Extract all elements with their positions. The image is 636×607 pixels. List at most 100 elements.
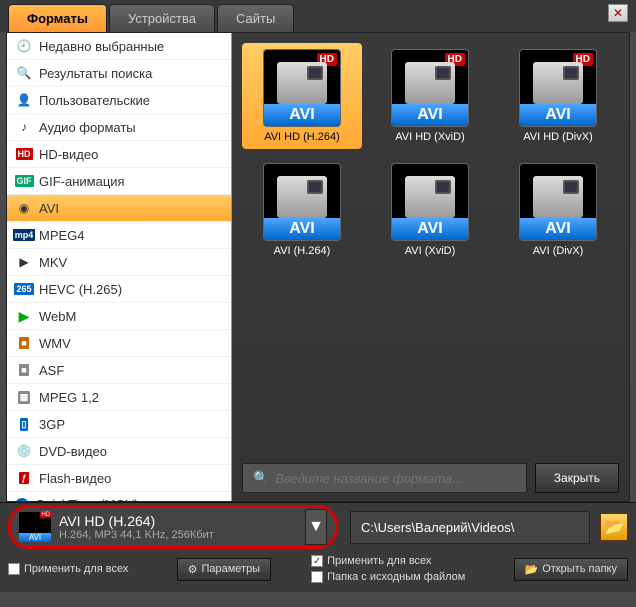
format-thumbnail: AVI <box>263 163 341 241</box>
sidebar-item-label: WebM <box>39 309 76 324</box>
format-caption: AVI (H.264) <box>246 245 358 257</box>
sidebar-item[interactable]: ▦ MPEG 1,2 <box>7 384 231 411</box>
browse-folder-button[interactable]: 📂 <box>600 513 628 541</box>
format-band-label: AVI <box>264 218 340 240</box>
format-band-label: AVI <box>264 104 340 126</box>
format-thumbnail: AVI <box>391 163 469 241</box>
format-caption: AVI HD (DivX) <box>502 131 614 143</box>
selected-format-thumb: HD AVI <box>19 512 51 542</box>
camcorder-icon <box>277 176 327 218</box>
sidebar-item-label: HEVC (H.265) <box>39 282 122 297</box>
camcorder-icon <box>533 176 583 218</box>
sidebar-item[interactable]: HD HD-видео <box>7 141 231 168</box>
sidebar-item[interactable]: ▶ MKV <box>7 249 231 276</box>
sidebar-item-label: WMV <box>39 336 71 351</box>
sidebar-item-label: QuickTime (MOV) <box>35 497 139 501</box>
category-icon: ▯ <box>15 416 33 432</box>
sidebar-item[interactable]: ◉AVI <box>7 195 231 222</box>
format-caption: AVI (DivX) <box>502 245 614 257</box>
sidebar-item[interactable]: 👤 Пользовательские <box>7 87 231 114</box>
apply-all-left-checkbox[interactable]: Применить для всех <box>8 563 128 575</box>
camcorder-icon <box>277 62 327 104</box>
format-caption: AVI HD (XviD) <box>374 131 486 143</box>
source-folder-checkbox[interactable]: Папка с исходным файлом <box>311 571 465 583</box>
format-item[interactable]: AVI AVI (DivX) <box>498 157 618 263</box>
format-grid-panel: HDAVIAVI HD (H.264)HDAVIAVI HD (XviD)HDA… <box>232 33 629 501</box>
selected-format-details: H.264, MP3 44,1 KHz, 256Кбит <box>59 529 214 541</box>
format-thumbnail: HDAVI <box>263 49 341 127</box>
hd-badge: HD <box>40 512 51 518</box>
category-icon: ♪ <box>15 119 33 135</box>
category-icon: 265 <box>15 281 33 297</box>
sidebar-item[interactable]: ▯ 3GP <box>7 411 231 438</box>
format-item[interactable]: HDAVI AVI HD (DivX) <box>498 43 618 149</box>
sidebar-item-label: Результаты поиска <box>39 66 152 81</box>
category-icon: ■ <box>15 362 33 378</box>
sidebar-item[interactable]: 265 HEVC (H.265) <box>7 276 231 303</box>
format-caption: AVI HD (H.264) <box>246 131 358 143</box>
sidebar-item[interactable]: GIFGIF-анимация <box>7 168 231 195</box>
tab-sites[interactable]: Сайты <box>217 4 294 32</box>
sidebar-item[interactable]: mp4MPEG4 <box>7 222 231 249</box>
checkbox-icon <box>311 571 323 583</box>
format-band-label: AVI <box>392 218 468 240</box>
sidebar-item-label: Аудио форматы <box>39 120 136 135</box>
sidebar-item-label: DVD-видео <box>39 444 107 459</box>
close-panel-button[interactable]: Закрыть <box>535 463 619 493</box>
open-folder-button[interactable]: 📂 Открыть папку <box>514 558 628 581</box>
sidebar-item[interactable]: ■ WMV <box>7 330 231 357</box>
sidebar-item-label: MPEG 1,2 <box>39 390 99 405</box>
format-dropdown-button[interactable]: ▼ <box>305 509 327 545</box>
sidebar-item-label: AVI <box>39 201 59 216</box>
sidebar-item[interactable]: QQuickTime (MOV) <box>7 492 231 501</box>
sidebar-item[interactable]: ▶ WebM <box>7 303 231 330</box>
category-icon: ▶ <box>15 308 33 324</box>
category-icon: HD <box>15 146 33 162</box>
selected-format-title: AVI HD (H.264) <box>59 513 214 529</box>
sidebar-item-label: Flash-видео <box>39 471 111 486</box>
format-item[interactable]: HDAVI AVI HD (XviD) <box>370 43 490 149</box>
sidebar-item[interactable]: ♪ Аудио форматы <box>7 114 231 141</box>
sidebar-item[interactable]: ƒFlash-видео <box>7 465 231 492</box>
format-thumbnail: HDAVI <box>391 49 469 127</box>
sidebar-item[interactable]: ■ASF <box>7 357 231 384</box>
category-icon: GIF <box>15 173 33 189</box>
gear-icon: ⚙ <box>188 563 198 576</box>
tab-devices[interactable]: Устройства <box>109 4 215 32</box>
format-item[interactable]: AVI AVI (XviD) <box>370 157 490 263</box>
camcorder-icon <box>533 62 583 104</box>
category-icon: 👤 <box>15 92 33 108</box>
apply-all-right-checkbox[interactable]: ✓ Применить для всех <box>311 555 465 567</box>
format-band-label: AVI <box>520 218 596 240</box>
format-item[interactable]: AVI AVI (H.264) <box>242 157 362 263</box>
sidebar-item[interactable]: 🔍Результаты поиска <box>7 60 231 87</box>
format-thumbnail: HDAVI <box>519 49 597 127</box>
category-icon: ▶ <box>15 254 33 270</box>
category-icon: mp4 <box>15 227 33 243</box>
category-icon: ▦ <box>15 389 33 405</box>
search-icon: 🔍 <box>253 470 269 486</box>
sidebar-item-label: MKV <box>39 255 67 270</box>
sidebar-item-label: HD-видео <box>39 147 98 162</box>
format-thumbnail: AVI <box>519 163 597 241</box>
selected-format-panel: HD AVI AVI HD (H.264) H.264, MP3 44,1 KH… <box>8 505 338 549</box>
category-icon: 💿 <box>15 443 33 459</box>
format-band-label: AVI <box>520 104 596 126</box>
format-search-input[interactable] <box>275 471 516 486</box>
parameters-button[interactable]: ⚙ Параметры <box>177 558 272 581</box>
category-icon: ■ <box>15 335 33 351</box>
checkbox-icon <box>8 563 20 575</box>
sidebar-item-label: 3GP <box>39 417 65 432</box>
camcorder-icon <box>405 176 455 218</box>
search-input-wrapper[interactable]: 🔍 <box>242 463 527 493</box>
output-path[interactable]: C:\Users\Валерий\Videos\ <box>350 511 590 544</box>
format-item[interactable]: HDAVI AVI HD (H.264) <box>242 43 362 149</box>
format-caption: AVI (XviD) <box>374 245 486 257</box>
format-band-label: AVI <box>392 104 468 126</box>
tab-formats[interactable]: Форматы <box>8 4 107 32</box>
sidebar-item-label: Недавно выбранные <box>39 39 164 54</box>
close-button[interactable]: ✕ <box>608 4 628 22</box>
sidebar-item[interactable]: 🕘Недавно выбранные <box>7 33 231 60</box>
sidebar-item-label: Пользовательские <box>39 93 150 108</box>
sidebar-item[interactable]: 💿 DVD-видео <box>7 438 231 465</box>
